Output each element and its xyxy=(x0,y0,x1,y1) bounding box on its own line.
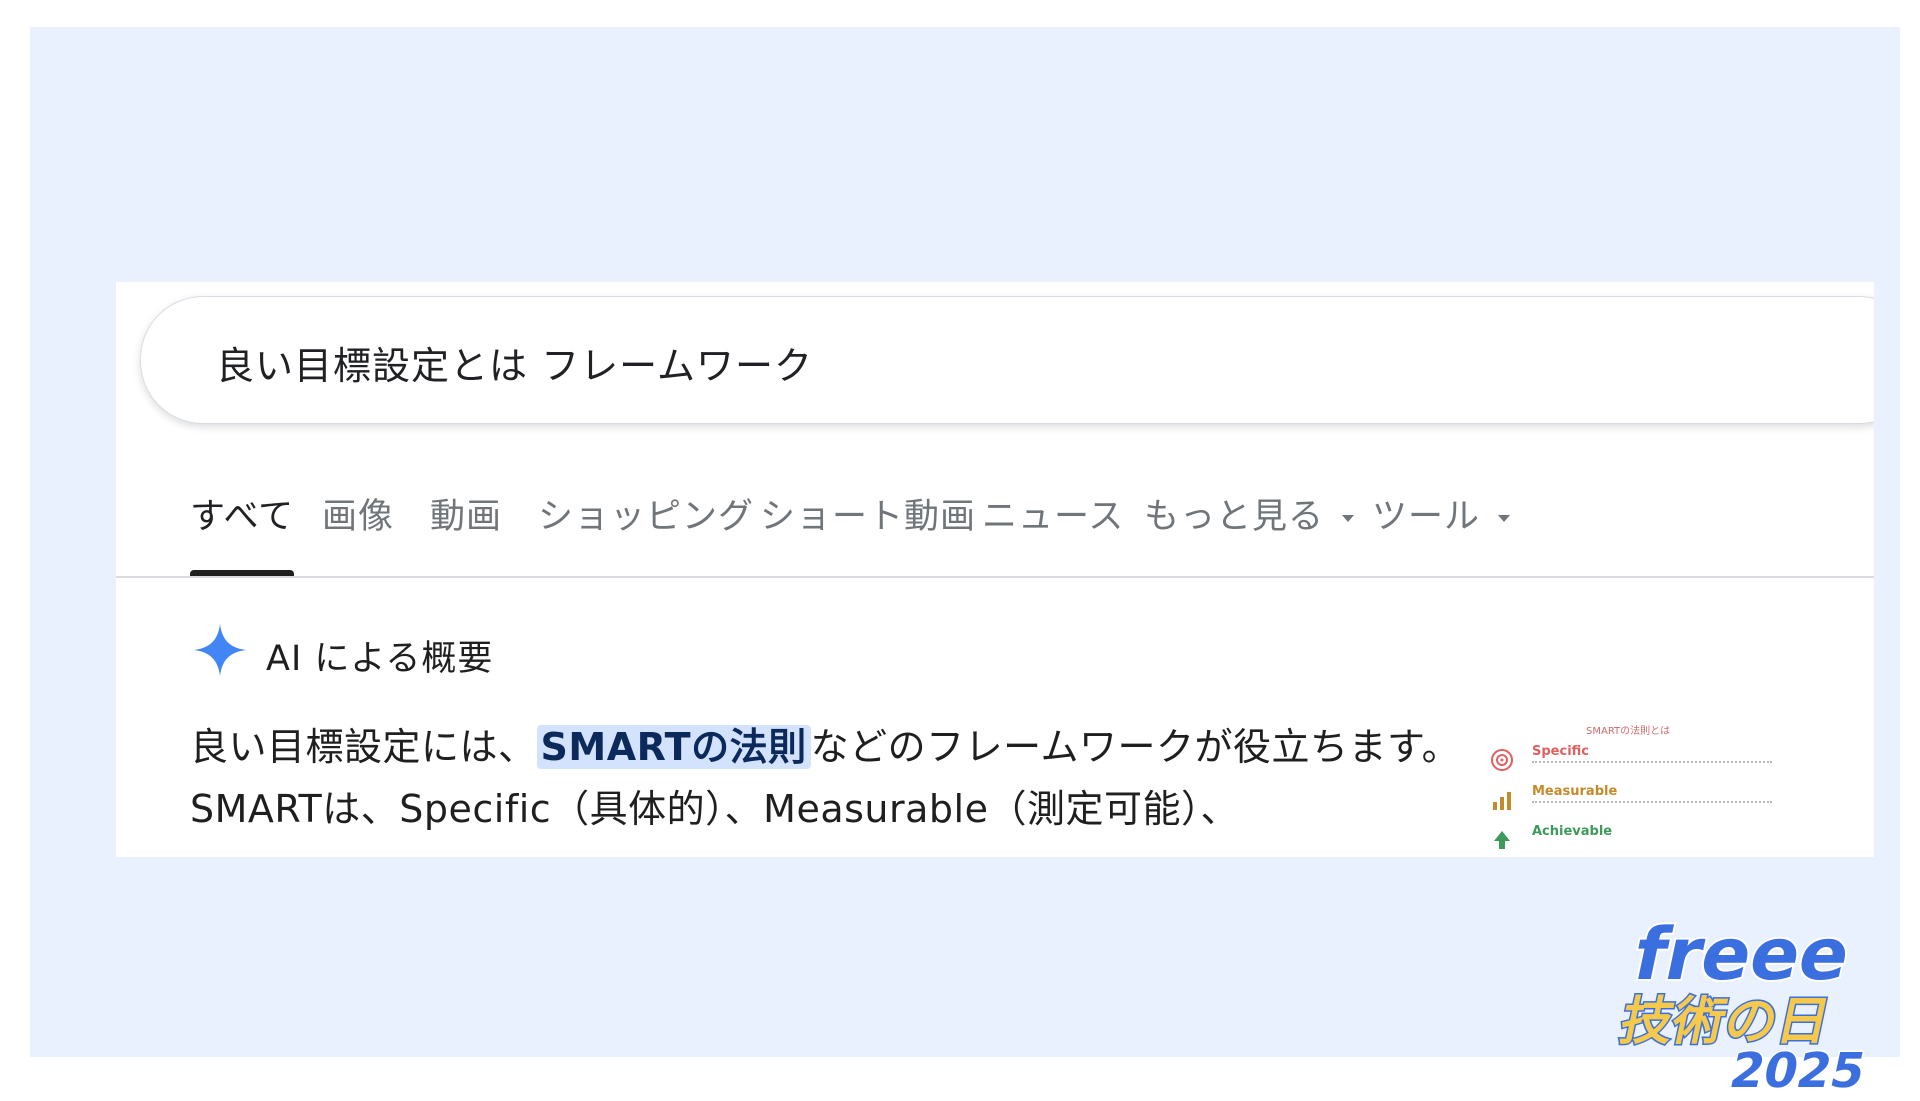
ai-overview-title: AI による概要 xyxy=(266,639,494,679)
tab-tools-label: ツール xyxy=(1372,497,1481,537)
thumbnail-subtext xyxy=(1532,761,1772,767)
caret-down-icon xyxy=(1498,514,1511,522)
logo-brand: freee xyxy=(1627,913,1858,997)
ai-overview-text: 良い目標設定には、 SMARTの法則 などのフレームワークが役立ちます。SMARTは… xyxy=(190,716,1520,840)
ai-text-start: 良い目標設定には、 xyxy=(190,725,537,769)
thumbnail-word: Specific xyxy=(1532,744,1589,759)
tab-videos[interactable]: 動画 xyxy=(430,488,502,539)
search-screenshot: 良い目標設定とは フレームワーク すべて 画像 動画 ショッピング ショート動画… xyxy=(116,282,1874,857)
search-query[interactable]: 良い目標設定とは フレームワーク xyxy=(216,335,813,390)
bar-chart-icon xyxy=(1493,792,1511,810)
thumbnail-row: Specific xyxy=(1490,742,1790,782)
tab-more-label: もっと見る xyxy=(1144,497,1325,537)
tab-news[interactable]: ニュース xyxy=(982,488,1124,539)
search-tabs: すべて 画像 動画 ショッピング ショート動画 ニュース もっと見る ツール xyxy=(116,488,1874,570)
logo-year: 2025 xyxy=(1725,1043,1870,1098)
logo-graphic: freee 技術の日 2025 xyxy=(1613,911,1871,1101)
freee-tech-day-logo: freee 技術の日 2025 xyxy=(1590,887,1920,1101)
caret-down-icon xyxy=(1342,514,1355,522)
thumbnail-row: Achievable xyxy=(1490,822,1790,857)
thumbnail-word: Achievable xyxy=(1532,824,1613,839)
tab-images[interactable]: 画像 xyxy=(322,488,394,539)
tab-more[interactable]: もっと見る xyxy=(1144,488,1355,539)
gemini-sparkle-icon xyxy=(194,624,246,676)
thumbnail-subtext xyxy=(1532,801,1772,807)
slide-background: 良い目標設定とは フレームワーク すべて 画像 動画 ショッピング ショート動画… xyxy=(30,27,1900,1100)
tab-shopping[interactable]: ショッピング xyxy=(538,488,754,539)
tabs-divider xyxy=(116,576,1874,578)
smart-rule-link[interactable]: SMARTの法則 xyxy=(536,725,811,769)
search-box[interactable]: 良い目標設定とは フレームワーク xyxy=(140,296,1874,424)
tab-all[interactable]: すべて xyxy=(190,488,294,539)
tab-tools[interactable]: ツール xyxy=(1372,488,1511,539)
thumbnail-word: Measurable xyxy=(1532,784,1618,799)
arrow-up-icon xyxy=(1494,831,1510,849)
thumbnail-title: SMARTの法則とは xyxy=(1586,726,1671,737)
tab-short-videos[interactable]: ショート動画 xyxy=(760,488,976,539)
target-icon xyxy=(1491,749,1513,771)
smart-thumbnail[interactable]: SMARTの法則とは Specific Measurable Achievabl… xyxy=(1476,712,1796,857)
thumbnail-row: Measurable xyxy=(1490,782,1790,822)
